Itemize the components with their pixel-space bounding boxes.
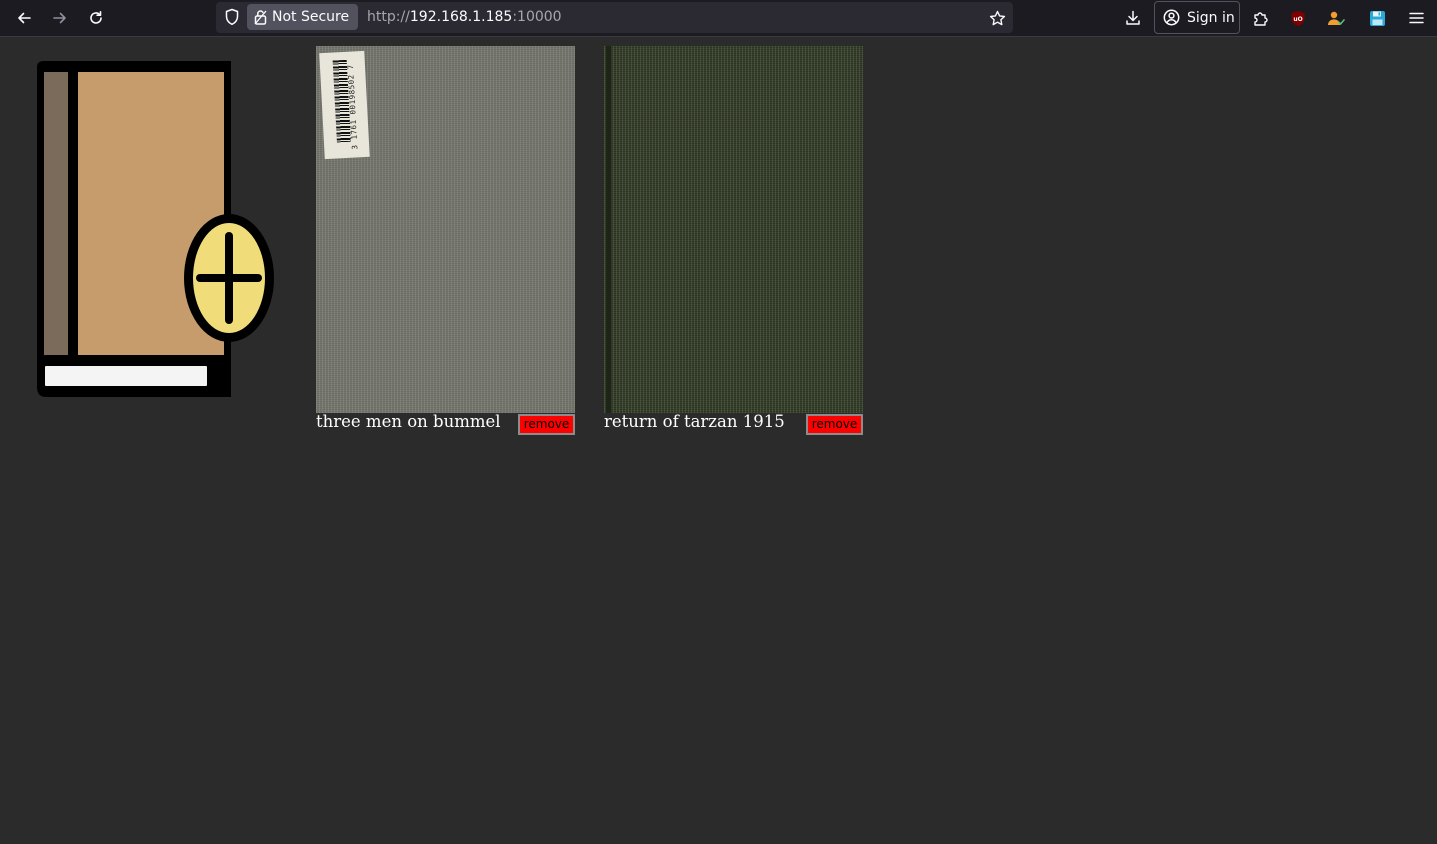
connection-security-indicator[interactable]: Not Secure <box>247 4 358 30</box>
sign-in-button[interactable]: Sign in <box>1154 1 1240 34</box>
floppy-disk-icon <box>1369 10 1385 26</box>
tracking-protection-shield-icon[interactable] <box>224 8 240 26</box>
url-port: :10000 <box>512 9 562 25</box>
arrow-right-icon <box>53 12 66 24</box>
application-menu-button[interactable] <box>1402 4 1430 32</box>
url-text[interactable]: http://192.168.1.185:10000 <box>367 9 562 25</box>
browser-toolbar: Not Secure http://192.168.1.185:10000 Si… <box>0 0 1437 37</box>
star-outline-icon <box>989 10 1005 25</box>
puzzle-piece-icon <box>1253 11 1268 26</box>
person-check-icon <box>1328 11 1345 25</box>
unlocked-padlock-icon <box>254 10 267 25</box>
profile-extension-button[interactable] <box>1322 4 1350 32</box>
cover-spine-edge <box>606 46 611 413</box>
hamburger-menu-icon <box>1408 12 1424 24</box>
url-scheme: http:// <box>367 9 410 25</box>
bookmark-star-button[interactable] <box>983 4 1011 32</box>
downloads-button[interactable] <box>1119 4 1147 32</box>
add-book-icon <box>37 61 274 397</box>
security-label: Not Secure <box>272 9 350 25</box>
book-title: three men on bummel <box>316 412 501 431</box>
sign-in-label: Sign in <box>1187 9 1235 26</box>
reload-button[interactable] <box>82 4 110 32</box>
ublock-origin-icon: uO <box>1291 10 1305 26</box>
url-host: 192.168.1.185 <box>409 9 513 25</box>
library-barcode-label: 3 1761 00198502 7 <box>319 50 370 160</box>
download-icon <box>1126 10 1140 25</box>
book-cover[interactable]: 3 1761 00198502 7 <box>316 46 575 413</box>
extensions-button[interactable] <box>1246 4 1274 32</box>
remove-book-button[interactable]: remove <box>518 414 575 435</box>
add-book-button[interactable] <box>34 59 280 403</box>
ublock-origin-extension-button[interactable]: uO <box>1284 4 1312 32</box>
reload-icon <box>90 11 102 24</box>
book-cover[interactable] <box>604 46 863 413</box>
remove-book-button[interactable]: remove <box>806 414 863 435</box>
book-title: return of tarzan 1915 <box>604 412 785 431</box>
forward-button[interactable] <box>46 4 74 32</box>
svg-text:uO: uO <box>1293 16 1302 23</box>
arrow-left-icon <box>18 12 31 24</box>
back-button[interactable] <box>10 4 38 32</box>
cover-texture <box>604 46 863 413</box>
save-page-extension-button[interactable] <box>1363 4 1391 32</box>
account-icon <box>1163 9 1180 26</box>
